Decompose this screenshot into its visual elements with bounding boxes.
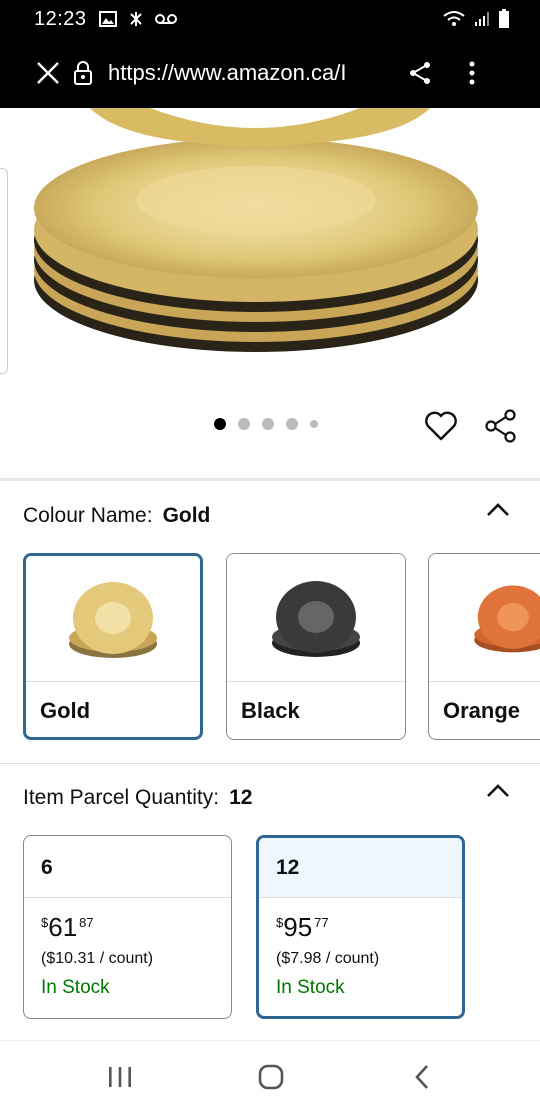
stock-status: In Stock xyxy=(276,977,345,998)
colour-swatch-black[interactable]: Black xyxy=(226,553,406,740)
colour-swatch-orange[interactable]: Orange xyxy=(428,553,540,740)
gallery-icon xyxy=(98,11,117,27)
colour-label-text: Colour Name: xyxy=(23,504,153,527)
url-field[interactable]: https://www.amazon.ca/I xyxy=(108,60,382,86)
lock-icon-wrap xyxy=(68,61,98,85)
share-icon xyxy=(485,409,516,443)
recents-icon xyxy=(109,1067,131,1087)
price-per-count: ($7.98 / count) xyxy=(276,950,380,967)
stock-status: In Stock xyxy=(41,977,110,998)
swatch-label: Gold xyxy=(40,698,91,723)
bluetooth-muted-icon xyxy=(129,12,142,26)
quantity-option-6[interactable]: 6 $ 61 87 ($10.31 / count) In Stock xyxy=(23,835,232,1019)
status-time: 12:23 xyxy=(34,7,87,30)
chevron-up-icon[interactable] xyxy=(484,500,512,520)
quantity-selected-value: 12 xyxy=(229,786,253,809)
close-icon xyxy=(37,62,59,84)
wishlist-button[interactable] xyxy=(423,408,459,444)
quantity-option-body: $ 61 87 ($10.31 / count) In Stock xyxy=(24,898,231,999)
product-image[interactable] xyxy=(0,108,540,378)
image-side-tab[interactable] xyxy=(0,168,8,374)
price-fraction: 87 xyxy=(79,915,94,930)
home-icon xyxy=(258,1064,284,1090)
back-button[interactable] xyxy=(402,1061,442,1093)
section-divider xyxy=(0,478,540,481)
quantity-label: Item Parcel Quantity: 12 xyxy=(23,786,252,810)
price: $ 95 77 xyxy=(276,914,462,940)
image-pager[interactable] xyxy=(214,418,318,430)
swatch-image xyxy=(26,556,200,682)
pager-dot[interactable] xyxy=(310,420,318,428)
heart-icon xyxy=(425,411,457,441)
swatch-image xyxy=(429,554,540,682)
quantity-option-count: 6 xyxy=(24,836,231,898)
swatch-label: Black xyxy=(241,698,300,723)
browser-menu-button[interactable] xyxy=(448,38,496,108)
signal-icon xyxy=(475,12,489,26)
status-icons-left xyxy=(98,10,177,28)
orange-plate-thumbnail xyxy=(474,584,540,652)
price-currency: $ xyxy=(41,915,49,930)
share-icon xyxy=(410,62,430,84)
status-bar: 12:23 xyxy=(0,0,540,38)
browser-share-button[interactable] xyxy=(396,38,444,108)
browser-toolbar: https://www.amazon.ca/I xyxy=(0,38,540,108)
pager-dot[interactable] xyxy=(238,418,250,430)
quantity-option-count: 12 xyxy=(259,838,462,898)
pager-dot[interactable] xyxy=(214,418,226,430)
quantity-option-body: $ 95 77 ($7.98 / count) In Stock xyxy=(259,898,462,999)
price-per-count: ($10.31 / count) xyxy=(41,950,154,967)
section-divider xyxy=(0,763,540,764)
product-share-button[interactable] xyxy=(483,408,519,444)
recents-button[interactable] xyxy=(100,1061,140,1093)
swatch-image xyxy=(227,554,405,682)
voicemail-icon xyxy=(154,14,177,24)
system-navigation-bar xyxy=(0,1040,540,1110)
pager-dot[interactable] xyxy=(262,418,274,430)
colour-name-label: Colour Name: Gold xyxy=(23,504,210,528)
price-whole: 95 xyxy=(283,912,313,942)
chevron-up-icon[interactable] xyxy=(484,781,512,801)
colour-selected-value: Gold xyxy=(162,504,211,527)
lock-icon xyxy=(74,61,92,85)
back-icon xyxy=(415,1065,428,1089)
black-plate-thumbnail xyxy=(272,580,360,657)
more-vert-icon xyxy=(469,61,475,85)
price-currency: $ xyxy=(276,915,284,930)
battery-icon xyxy=(499,9,509,28)
quantity-label-text: Item Parcel Quantity: xyxy=(23,786,220,809)
quantity-option-12[interactable]: 12 $ 95 77 ($7.98 / count) In Stock xyxy=(256,835,465,1019)
price-whole: 61 xyxy=(48,912,78,942)
swatch-label: Orange xyxy=(443,698,521,723)
gold-plate-thumbnail xyxy=(69,581,157,658)
colour-swatch-gold[interactable]: Gold xyxy=(23,553,203,740)
status-icons-right xyxy=(442,9,510,29)
gold-charger-plates-image xyxy=(34,108,478,352)
price: $ 61 87 xyxy=(41,914,231,940)
wifi-icon xyxy=(443,11,465,26)
price-fraction: 77 xyxy=(314,915,329,930)
pager-dot[interactable] xyxy=(286,418,298,430)
home-button[interactable] xyxy=(251,1061,291,1093)
